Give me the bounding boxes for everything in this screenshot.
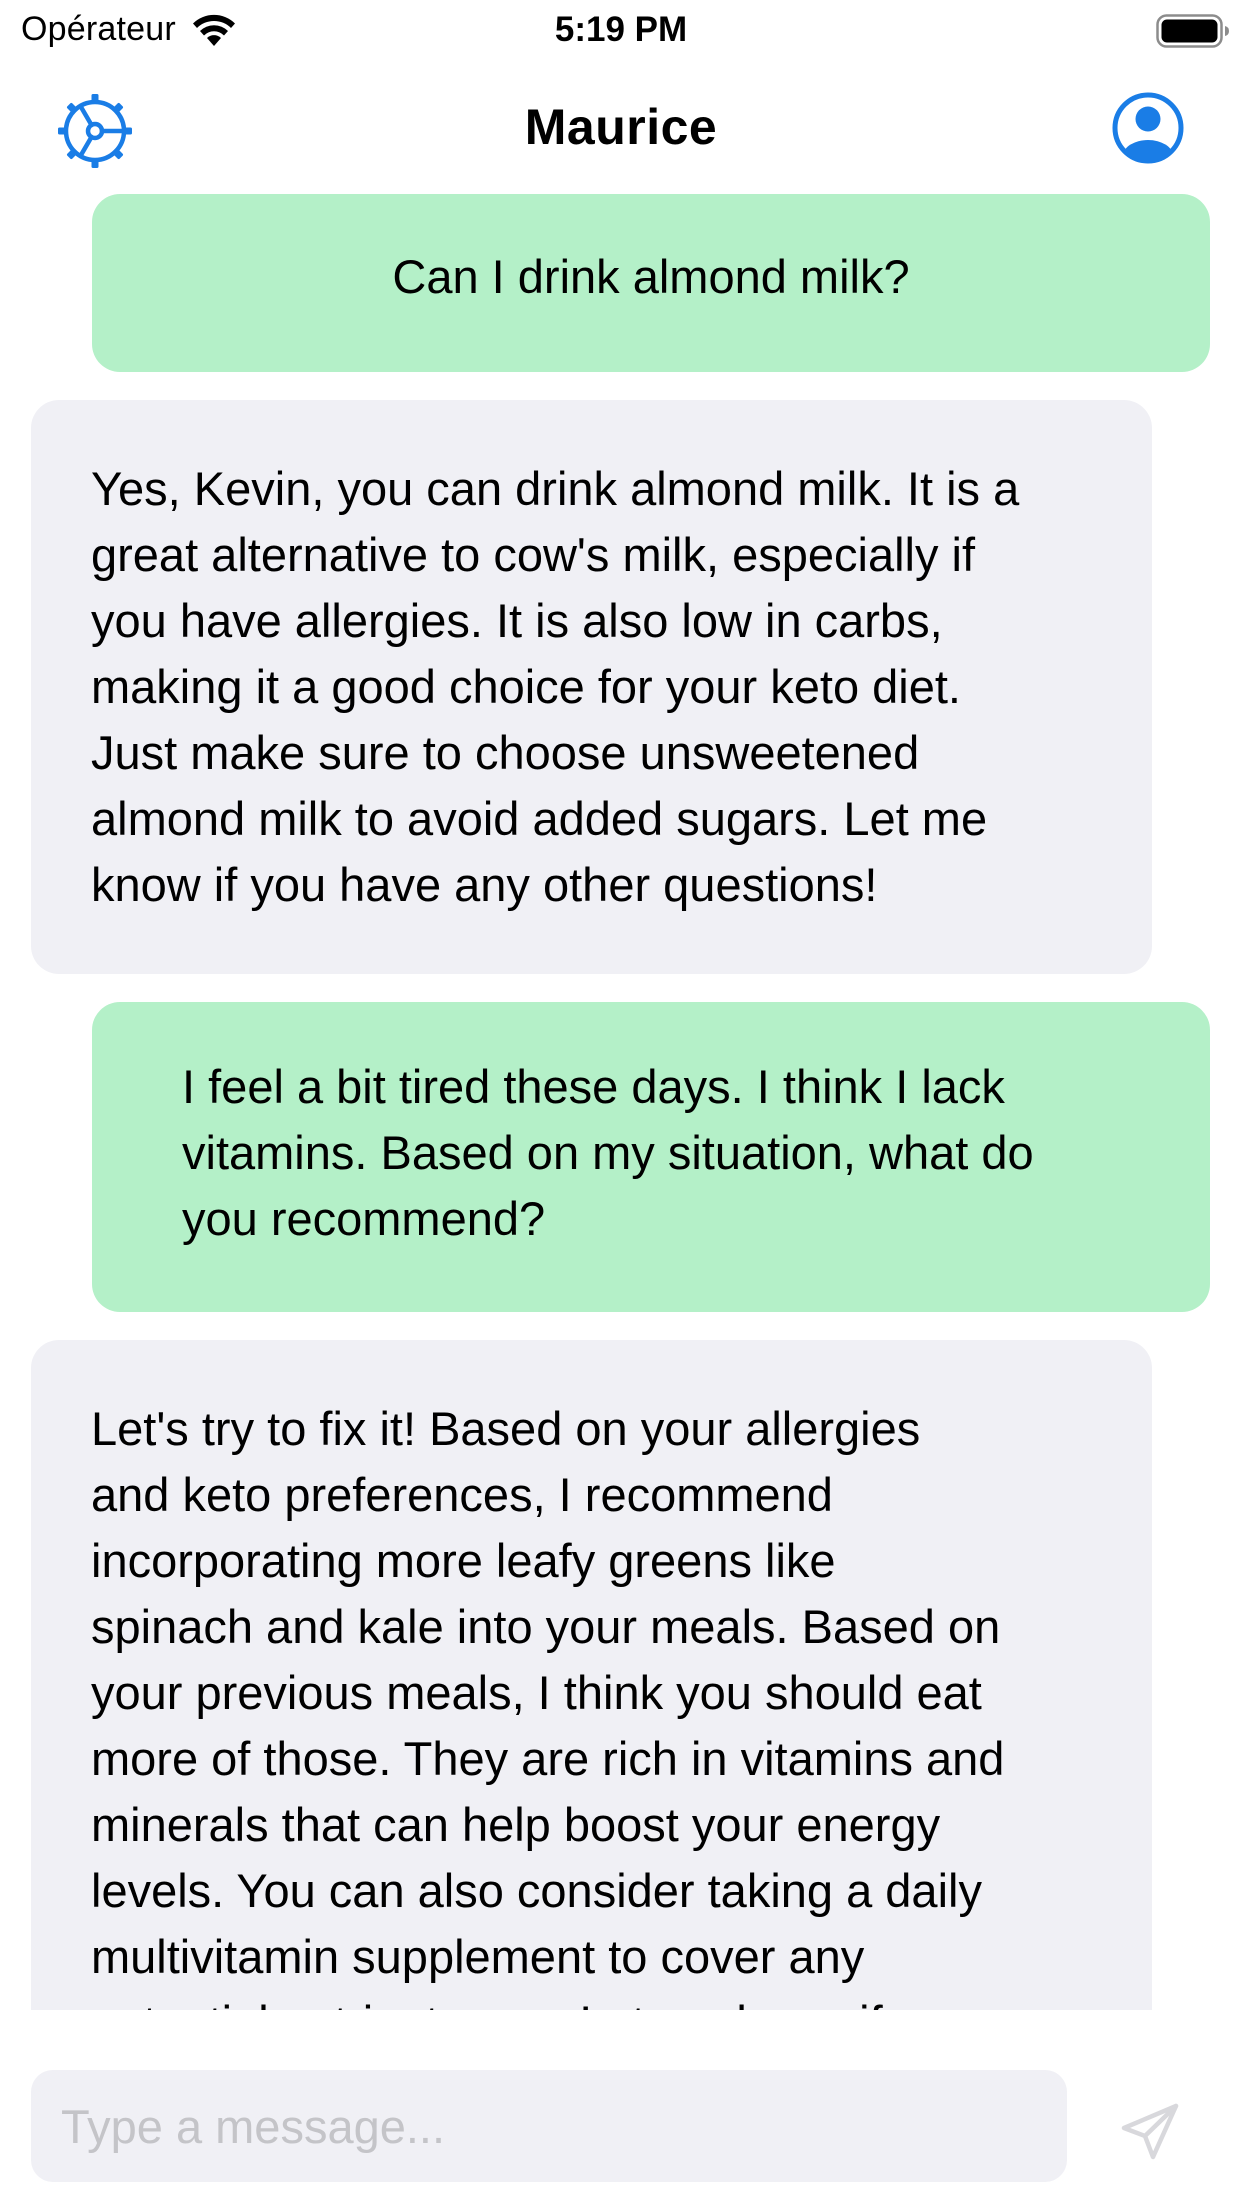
message-line: almond milk to avoid added sugars. Let m… — [91, 792, 988, 845]
message-line: and keto preferences, I recommend — [91, 1468, 833, 1521]
person-circle-icon[interactable] — [1110, 90, 1186, 166]
message-line: more of those. They are rich in vitamins… — [91, 1732, 1005, 1785]
message-line: levels. You can also consider taking a d… — [91, 1864, 982, 1917]
status-time: 5:19 PM — [554, 10, 688, 49]
send-paper-plane-icon[interactable] — [1118, 2100, 1182, 2164]
message-line: I feel a bit tired these days. I think I… — [182, 1060, 1005, 1113]
message-line: spinach and kale into your meals. Based … — [91, 1600, 1001, 1653]
user-message-bubble: Can I drink almond milk? — [92, 194, 1210, 372]
message-line: incorporating more leafy greens like — [91, 1534, 836, 1587]
page-title: Maurice — [524, 99, 718, 155]
message-line: great alternative to cow's milk, especia… — [91, 528, 976, 581]
status-bar: Opérateur 5:19 PM — [0, 0, 1242, 60]
message-line: your previous meals, I think you should … — [91, 1666, 982, 1719]
chat-thread[interactable]: Can I drink almond milk? Yes, Kevin, you… — [0, 190, 1242, 2010]
message-input[interactable] — [31, 2070, 1067, 2182]
message-line: minerals that can help boost your energy — [91, 1798, 941, 1851]
message-composer — [0, 2010, 1242, 2208]
message-line: making it a good choice for your keto di… — [91, 660, 961, 713]
message-line: multivitamin supplement to cover any — [91, 1930, 865, 1983]
message-line: know if you have any other questions! — [91, 858, 878, 911]
message-line: Let's try to fix it! Based on your aller… — [91, 1402, 921, 1455]
message-line: you have allergies. It is also low in ca… — [91, 594, 943, 647]
message-line: Yes, Kevin, you can drink almond milk. I… — [91, 462, 1020, 515]
message-text: Can I drink almond milk? — [392, 250, 910, 303]
message-line: vitamins. Based on my situation, what do — [182, 1126, 1034, 1179]
battery-icon — [1156, 14, 1229, 48]
message-line: you recommend? — [182, 1192, 546, 1245]
assistant-message-bubble: Let's try to fix it! Based on your aller… — [31, 1340, 1152, 2010]
message-line: potential nutrient gaps. Let me know if — [91, 1990, 1092, 2010]
navigation-bar: Maurice — [0, 60, 1242, 190]
assistant-message-bubble: Yes, Kevin, you can drink almond milk. I… — [31, 400, 1152, 974]
message-line: Just make sure to choose unsweetened — [91, 726, 920, 779]
user-message-bubble: I feel a bit tired these days. I think I… — [92, 1002, 1210, 1312]
